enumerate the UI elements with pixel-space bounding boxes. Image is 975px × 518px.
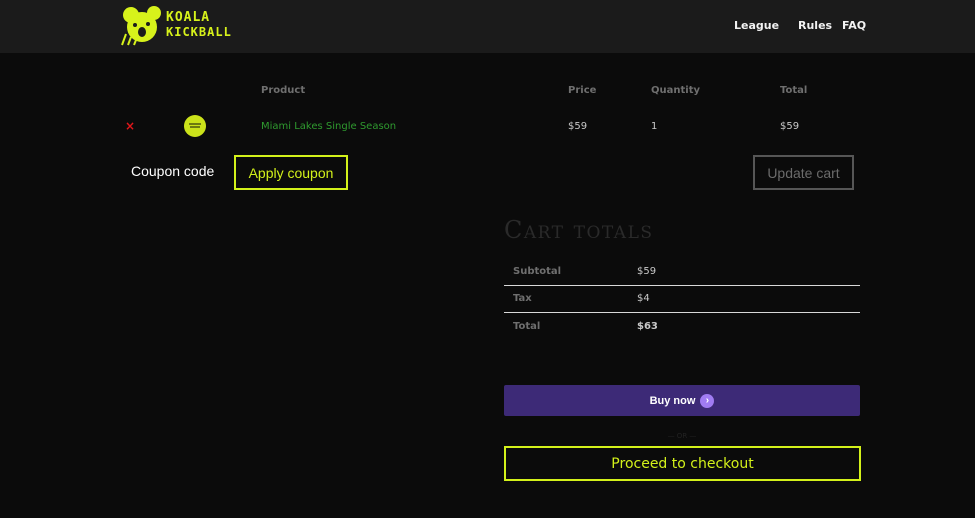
column-header-product: Product [261,85,306,96]
tax-value: $4 [637,293,650,304]
tax-label: Tax [513,293,532,304]
totals-row-subtotal: Subtotal $59 [504,259,860,286]
subtotal-label: Subtotal [513,266,562,277]
item-total: $59 [780,121,800,132]
product-name-link[interactable]: Miami Lakes Single Season [261,121,396,132]
item-quantity[interactable]: 1 [651,121,657,132]
update-cart-button[interactable]: Update cart [753,155,854,190]
close-icon[interactable]: × [125,119,137,133]
site-header: KOALA KICKBALL League Rules FAQ [0,0,975,53]
proceed-to-checkout-button[interactable]: Proceed to checkout [504,446,861,481]
buy-now-label: Buy now [649,394,696,407]
totals-row-tax: Tax $4 [504,286,860,313]
chevron-right-icon: › [700,393,715,408]
subtotal-value: $59 [637,266,657,277]
apply-coupon-button[interactable]: Apply coupon [234,155,348,190]
cart-totals-title: Cart totals [504,216,654,244]
nav-league[interactable]: League [734,19,779,32]
total-label: Total [513,321,541,332]
nav-rules[interactable]: Rules [798,19,832,32]
column-header-price: Price [568,85,597,96]
column-header-quantity: Quantity [651,85,700,96]
column-header-total: Total [780,85,808,96]
main-nav: League Rules FAQ [0,19,975,35]
item-price: $59 [568,121,588,132]
buy-now-button[interactable]: Buy now › [504,385,860,416]
product-thumbnail[interactable] [184,115,206,137]
nav-faq[interactable]: FAQ [842,19,866,32]
or-separator: — OR — [667,432,697,440]
total-value: $63 [637,321,658,332]
coupon-code-input[interactable]: Coupon code [131,163,214,179]
totals-row-total: Total $63 [504,314,860,341]
